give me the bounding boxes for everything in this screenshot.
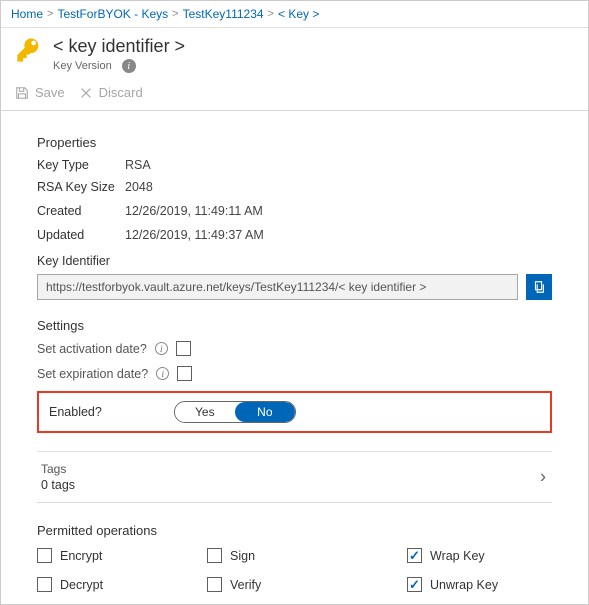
sign-checkbox[interactable] [207, 548, 222, 563]
enabled-toggle-yes[interactable]: Yes [175, 402, 235, 422]
copy-button[interactable] [526, 274, 552, 300]
save-icon [15, 86, 29, 100]
encrypt-label: Encrypt [60, 549, 102, 563]
permitted-operations-title: Permitted operations [37, 523, 552, 538]
activation-date-label: Set activation date? [37, 342, 147, 356]
key-type-label: Key Type [37, 158, 125, 172]
breadcrumb-home[interactable]: Home [11, 7, 43, 21]
sign-label: Sign [230, 549, 255, 563]
enabled-row-highlight: Enabled? Yes No [37, 391, 552, 433]
chevron-right-icon: › [540, 467, 546, 488]
discard-label: Discard [99, 85, 143, 100]
decrypt-checkbox[interactable] [37, 577, 52, 592]
key-size-value: 2048 [125, 180, 153, 194]
breadcrumb-vault[interactable]: TestForBYOK - Keys [57, 7, 168, 21]
info-icon[interactable]: i [155, 342, 168, 355]
settings-title: Settings [37, 318, 552, 333]
updated-value: 12/26/2019, 11:49:37 AM [125, 228, 264, 242]
enabled-label: Enabled? [49, 405, 102, 419]
enabled-toggle-no[interactable]: No [235, 402, 295, 422]
save-button[interactable]: Save [15, 85, 65, 100]
created-label: Created [37, 204, 125, 218]
breadcrumb-key[interactable]: TestKey111234 [183, 7, 264, 21]
info-icon[interactable]: i [122, 59, 136, 73]
toolbar: Save Discard [1, 79, 588, 111]
page-title: < key identifier > [53, 36, 185, 57]
encrypt-checkbox[interactable] [37, 548, 52, 563]
page-subtitle: Key Version [53, 60, 112, 72]
verify-label: Verify [230, 578, 261, 592]
key-identifier-input[interactable] [37, 274, 518, 300]
expiration-date-label: Set expiration date? [37, 367, 148, 381]
expiration-date-checkbox[interactable] [177, 366, 192, 381]
key-type-value: RSA [125, 158, 151, 172]
permitted-operations-grid: Encrypt Sign Wrap Key Decrypt Verify Unw… [37, 548, 552, 592]
unwrap-key-label: Unwrap Key [430, 578, 498, 592]
info-icon[interactable]: i [156, 367, 169, 380]
breadcrumb-version[interactable]: < Key > [278, 7, 319, 21]
created-value: 12/26/2019, 11:49:11 AM [125, 204, 263, 218]
unwrap-key-checkbox[interactable] [407, 577, 422, 592]
key-size-label: RSA Key Size [37, 180, 125, 194]
save-label: Save [35, 85, 65, 100]
page-header: < key identifier > Key Version i [1, 28, 588, 79]
content-area: Properties Key Type RSA RSA Key Size 204… [1, 111, 588, 602]
tags-row[interactable]: Tags 0 tags › [37, 451, 552, 503]
key-identifier-label: Key Identifier [37, 254, 552, 268]
copy-icon [532, 280, 546, 294]
enabled-toggle[interactable]: Yes No [174, 401, 296, 423]
key-icon [15, 36, 43, 67]
breadcrumb-sep: > [47, 8, 53, 20]
tags-count: 0 tags [41, 478, 548, 492]
tags-label: Tags [41, 462, 548, 476]
decrypt-label: Decrypt [60, 578, 103, 592]
activation-date-checkbox[interactable] [176, 341, 191, 356]
wrap-key-checkbox[interactable] [407, 548, 422, 563]
wrap-key-label: Wrap Key [430, 549, 485, 563]
verify-checkbox[interactable] [207, 577, 222, 592]
breadcrumb-sep: > [172, 8, 178, 20]
breadcrumb-sep: > [268, 8, 274, 20]
breadcrumb: Home > TestForBYOK - Keys > TestKey11123… [1, 1, 588, 28]
discard-icon [79, 86, 93, 100]
properties-title: Properties [37, 135, 552, 150]
discard-button[interactable]: Discard [79, 85, 143, 100]
updated-label: Updated [37, 228, 125, 242]
